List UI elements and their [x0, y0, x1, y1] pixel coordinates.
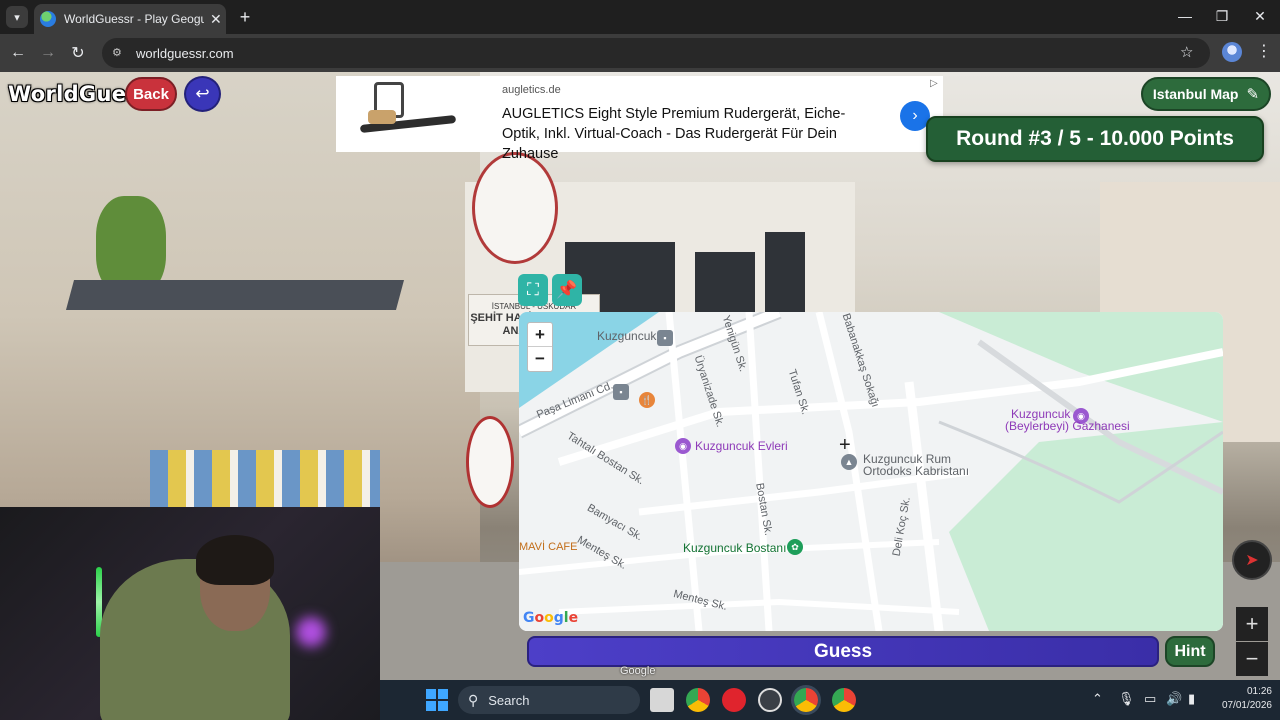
streamer-hair [196, 535, 274, 585]
expand-map-button[interactable]: ⛶ [518, 274, 548, 306]
painted-fence [150, 450, 380, 508]
webcam-overlay [0, 507, 380, 720]
ad-rowing-machine-image [344, 78, 464, 150]
guess-button[interactable]: Guess [527, 636, 1159, 667]
speaker-icon[interactable]: 🔊 [1166, 691, 1182, 707]
map-label-mavi-cafe: MAVİ CAFE [519, 541, 578, 553]
browser-toolbar: ← → ↻ ⚙ worldguessr.com ☆ ⋮ [0, 34, 1280, 72]
new-tab-button[interactable]: + [234, 6, 256, 28]
windows-start-icon[interactable] [426, 689, 448, 711]
adchoices-icon[interactable]: ▷ [930, 78, 938, 89]
opera-icon[interactable] [722, 688, 746, 712]
round-banner: Round #3 / 5 - 10.000 Points [926, 116, 1264, 162]
window-close-icon[interactable]: ✕ [1245, 4, 1275, 28]
google-attribution: Google [620, 665, 656, 677]
bookmark-star-icon[interactable]: ☆ [1180, 43, 1193, 61]
chevron-right-icon: › [912, 107, 918, 124]
minimize-icon[interactable]: — [1170, 4, 1200, 28]
ad-domain: augletics.de [502, 84, 561, 96]
map-label-evleri: Kuzguncuk Evleri [695, 439, 788, 453]
map-label-bostani: Kuzguncuk Bostanı [683, 541, 787, 555]
guess-minimap[interactable]: + − Kuzguncuk ▪ ▪ Paşa Limanı Cd. Tahtal… [519, 312, 1223, 631]
taskbar-search-label: Search [488, 692, 530, 708]
map-label-gazhanesi-2: (Beylerbeyi) Gazhanesi [1005, 419, 1130, 433]
return-to-start-button[interactable]: ↩ [184, 76, 221, 112]
bus-stop-icon: ▪ [613, 384, 629, 400]
map-label-kuzguncuk: Kuzguncuk [597, 329, 657, 343]
forward-arrow-icon[interactable]: → [36, 41, 60, 65]
search-icon: ⚲ [468, 691, 479, 708]
minimap-zoom-in-button[interactable]: + [528, 323, 552, 347]
display-icon[interactable]: ▭ [1144, 691, 1156, 707]
compass-icon[interactable]: ➤ [1232, 540, 1272, 580]
maximize-icon[interactable]: ❐ [1207, 4, 1237, 28]
pencil-icon: ✎ [1246, 86, 1260, 103]
streetview-zoom-out-button[interactable]: − [1236, 642, 1268, 676]
map-label: Istanbul Map [1152, 86, 1239, 102]
chrome-profile-icon[interactable] [832, 688, 856, 712]
tab-close-icon[interactable]: ✕ [210, 11, 222, 28]
browser-tabbar: ▾ WorldGuessr - Play Geoguessr ✕ + — ❐ ✕ [0, 0, 1280, 34]
map-label-rum-kabristani-2: Ortodoks Kabristanı [863, 464, 970, 478]
ad-headline[interactable]: AUGLETICS Eight Style Premium Rudergerät… [502, 104, 882, 164]
microphone-icon[interactable]: 🎙 [1118, 691, 1135, 707]
minimap-zoom-control: + − [527, 322, 553, 372]
roof [65, 280, 405, 310]
url-text: worldguessr.com [136, 45, 234, 61]
hint-button[interactable]: Hint [1165, 636, 1215, 667]
pin-icon: 📌 [556, 280, 578, 299]
tab-search-menu-button[interactable]: ▾ [6, 6, 28, 28]
pin-map-button[interactable]: 📌 [552, 274, 582, 306]
restaurant-icon: 🍴 [639, 392, 655, 408]
address-bar[interactable]: ⚙ worldguessr.com [102, 38, 1210, 68]
globe-favicon-icon [40, 11, 56, 27]
chrome-icon[interactable] [686, 688, 710, 712]
cemetery-icon: ▲ [841, 454, 857, 470]
back-arrow-icon[interactable]: ← [6, 41, 30, 65]
fullscreen-icon: ⛶ [527, 280, 539, 299]
task-view-icon[interactable] [650, 688, 674, 712]
tray-chevron-icon[interactable]: ⌃ [1092, 691, 1103, 707]
minimap-zoom-out-button[interactable]: − [528, 347, 552, 371]
browser-tab-active[interactable]: WorldGuessr - Play Geoguessr ✕ [34, 4, 226, 34]
tab-title: WorldGuessr - Play Geoguessr [64, 12, 204, 26]
bus-stop-icon: ▪ [657, 330, 673, 346]
streetview-zoom-in-button[interactable]: + [1236, 607, 1268, 641]
purple-light [296, 617, 326, 647]
school-emblem [472, 152, 558, 264]
profile-avatar[interactable] [1222, 42, 1242, 62]
return-arrow-icon: ↩ [195, 84, 210, 103]
windows-taskbar: ⚲ Search ⌃ 🎙 ▭ 🔊 ▮ 01:26 07/01/2026 [380, 680, 1280, 720]
attraction-icon: ◉ [675, 438, 691, 454]
site-settings-icon[interactable]: ⚙ [112, 46, 126, 60]
taskbar-search[interactable]: ⚲ Search [458, 686, 640, 714]
chrome-active-icon[interactable] [794, 688, 818, 712]
map-select-button[interactable]: Istanbul Map ✎ [1141, 77, 1271, 111]
wall-emblem [466, 416, 514, 508]
ad-banner[interactable]: augletics.de AUGLETICS Eight Style Premi… [336, 76, 943, 162]
clock-date: 07/01/2026 [1221, 700, 1272, 711]
park-icon: ✿ [787, 539, 803, 555]
reload-icon[interactable]: ↻ [66, 41, 90, 65]
taskbar-clock[interactable]: 01:26 07/01/2026 [1212, 685, 1272, 713]
battery-icon[interactable]: ▮ [1188, 691, 1195, 707]
obs-icon[interactable] [758, 688, 782, 712]
clock-time: 01:26 [1246, 686, 1272, 697]
back-button[interactable]: Back [125, 77, 177, 111]
chevron-down-icon: ▾ [14, 11, 20, 24]
more-menu-icon[interactable]: ⋮ [1256, 41, 1272, 61]
google-map-logo: Google [523, 610, 579, 626]
